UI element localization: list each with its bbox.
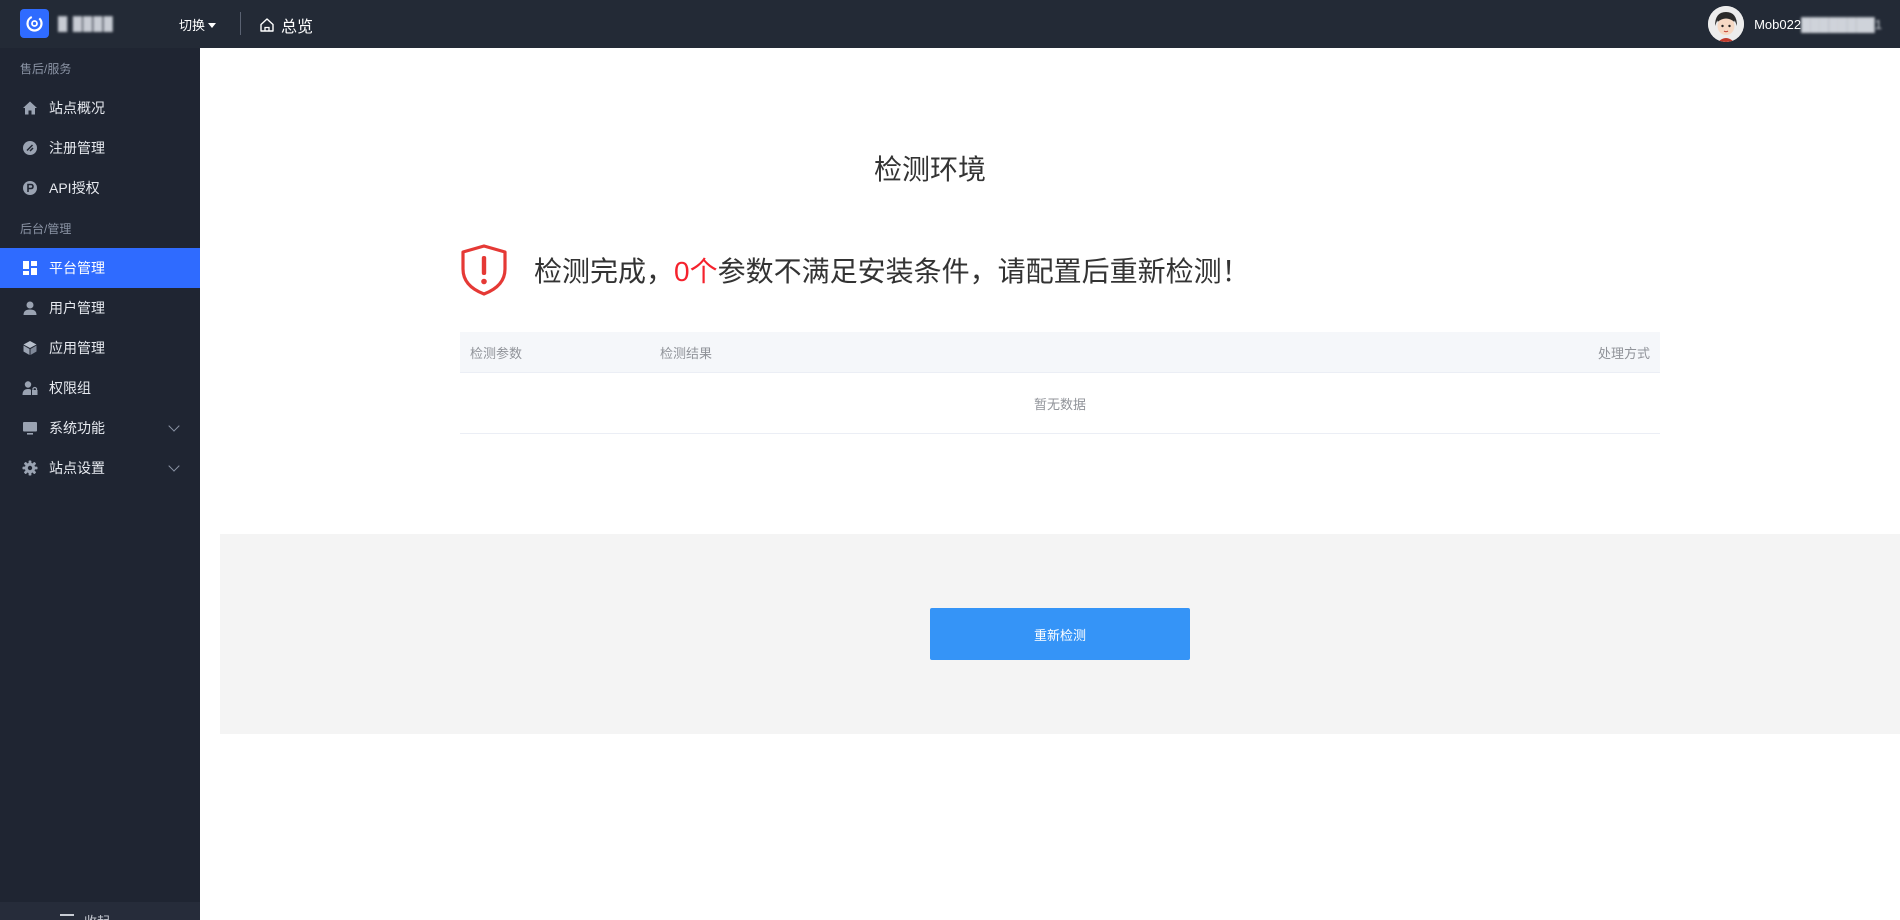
action-panel: 重新检测 — [220, 534, 1900, 734]
sidebar-item-label: 系统功能 — [49, 420, 105, 436]
switch-label: 切换 — [179, 18, 206, 33]
failed-count: 0个 — [674, 256, 718, 287]
user-lock-icon — [21, 379, 39, 397]
column-header-result: 检测结果 — [660, 345, 713, 361]
empty-text: 暂无数据 — [1033, 396, 1086, 412]
collapse-label: 收起 — [84, 911, 110, 920]
chevron-down-icon — [168, 460, 180, 472]
sidebar-item-permissions[interactable]: 权限组 — [0, 368, 200, 408]
column-header-action: 处理方式 — [1597, 345, 1650, 361]
sidebar-item-label: 应用管理 — [49, 340, 105, 356]
main-content: 检测环境 检测完成，0个参数不满足安装条件，请配置后重新检测！ 检测参数 检测结… — [200, 48, 1900, 920]
sidebar-item-apps[interactable]: 应用管理 — [0, 328, 200, 368]
page-title: 检测环境 — [873, 154, 986, 185]
caret-down-icon — [208, 23, 217, 28]
recheck-button[interactable]: 重新检测 — [930, 608, 1190, 660]
user-name: Mob022████████1 — [1754, 17, 1882, 32]
avatar — [1708, 6, 1745, 42]
sidebar-item-platform[interactable]: 平台管理 — [0, 248, 200, 288]
menu-fold-icon — [60, 914, 74, 916]
shield-warning-icon — [461, 244, 507, 296]
home-icon — [21, 99, 39, 117]
cube-icon — [21, 339, 39, 357]
sidebar-item-system[interactable]: 系统功能 — [0, 408, 200, 448]
group-title-admin: 后台/管理 — [20, 222, 72, 236]
sidebar-item-label: 站点设置 — [49, 460, 105, 476]
avatar-image — [1708, 6, 1745, 42]
group-title-service: 售后/服务 — [20, 62, 72, 76]
check-table: 检测参数 检测结果 处理方式 暂无数据 — [460, 332, 1660, 434]
top-bar: █ ████ 切换 总览 Mob022████████1 — [0, 0, 1900, 48]
app-logo[interactable] — [20, 9, 49, 38]
sidebar-item-label: API授权 — [49, 180, 100, 196]
column-header-param: 检测参数 — [470, 345, 523, 361]
user-name-masked: ████████1 — [1801, 16, 1882, 32]
sidebar-item-label: 权限组 — [49, 380, 91, 396]
overview-label: 总览 — [281, 19, 314, 36]
switch-dropdown[interactable]: 切换 — [179, 15, 217, 34]
gear-icon — [21, 459, 39, 477]
user-name-prefix: Mob022 — [1754, 16, 1802, 32]
sidebar-item-site-overview[interactable]: 站点概况 — [0, 88, 200, 128]
sidebar-item-site-settings[interactable]: 站点设置 — [0, 448, 200, 488]
sidebar: 售后/服务 站点概况 注册管理 API授权 后台/管理 平台管理 用户管理 应用… — [0, 48, 200, 920]
sidebar-item-label: 注册管理 — [49, 140, 105, 156]
top-divider — [240, 12, 241, 35]
alert-suffix: 参数不满足安装条件，请配置后重新检测！ — [717, 256, 1250, 287]
api-icon — [21, 179, 39, 197]
register-icon — [21, 139, 39, 157]
grid-icon — [21, 259, 39, 277]
chevron-down-icon — [168, 420, 180, 432]
sidebar-item-api[interactable]: API授权 — [0, 168, 200, 208]
sidebar-item-label: 平台管理 — [49, 260, 105, 276]
logo-icon — [26, 15, 43, 32]
user-menu[interactable]: Mob022████████1 — [1708, 6, 1882, 42]
alert-message: 检测完成，0个参数不满足安装条件，请配置后重新检测！ — [534, 250, 1250, 290]
sidebar-item-register[interactable]: 注册管理 — [0, 128, 200, 168]
sidebar-item-label: 用户管理 — [49, 300, 105, 316]
overview-link[interactable]: 总览 — [259, 13, 313, 37]
user-icon — [21, 299, 39, 317]
monitor-icon — [21, 419, 39, 437]
alert-prefix: 检测完成， — [534, 256, 675, 287]
sidebar-item-label: 站点概况 — [49, 100, 105, 116]
sidebar-item-users[interactable]: 用户管理 — [0, 288, 200, 328]
table-empty-row: 暂无数据 — [460, 372, 1660, 434]
sidebar-collapse-button[interactable]: 收起 — [0, 902, 200, 920]
check-result-alert: 检测完成，0个参数不满足安装条件，请配置后重新检测！ — [460, 244, 1250, 296]
home-outline-icon — [260, 18, 274, 32]
table-header: 检测参数 检测结果 处理方式 — [460, 332, 1660, 372]
site-name: █ ████ — [58, 16, 114, 31]
